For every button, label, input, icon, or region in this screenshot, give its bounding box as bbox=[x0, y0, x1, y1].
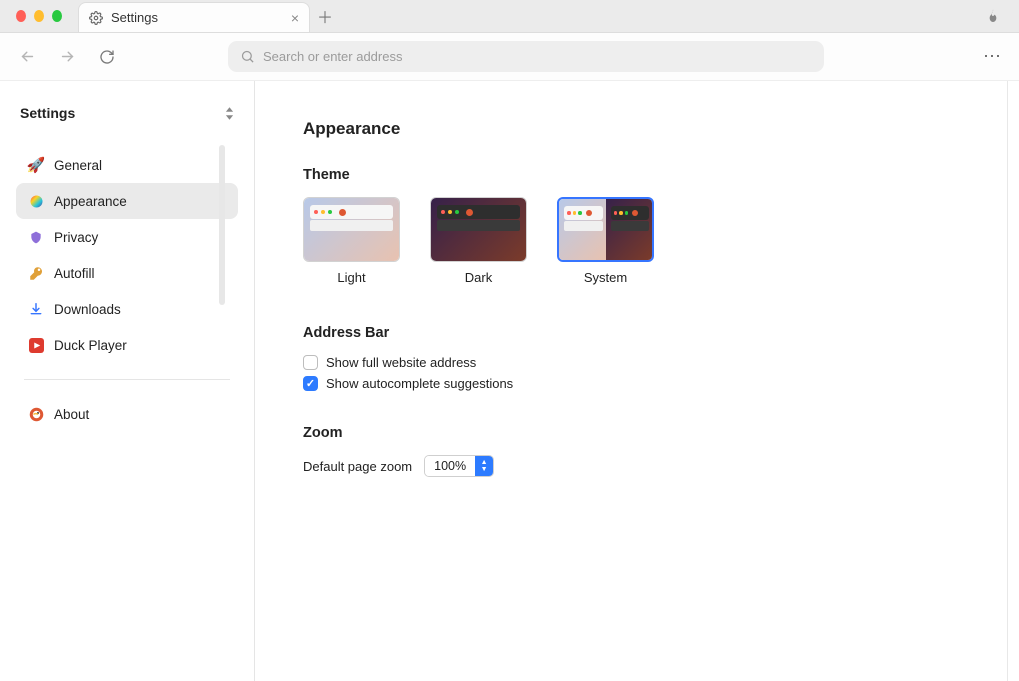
forward-button[interactable] bbox=[52, 42, 82, 72]
sidebar-header[interactable]: Settings bbox=[16, 99, 238, 135]
main-panel: Appearance Theme Light bbox=[255, 81, 1019, 681]
zoom-select[interactable]: 100% ▲▼ bbox=[424, 455, 494, 477]
browser-tab[interactable]: Settings × bbox=[78, 2, 310, 32]
window-zoom-button[interactable] bbox=[52, 10, 62, 22]
zoom-heading: Zoom bbox=[303, 425, 1019, 441]
reload-button[interactable] bbox=[92, 42, 122, 72]
sidebar-item-label: About bbox=[54, 407, 89, 422]
sidebar-item-label: Autofill bbox=[54, 266, 95, 281]
theme-label: System bbox=[584, 270, 627, 285]
page-title: Appearance bbox=[303, 119, 1019, 139]
sidebar-item-about[interactable]: About bbox=[16, 396, 238, 432]
theme-heading: Theme bbox=[303, 167, 1019, 183]
theme-label: Light bbox=[337, 270, 365, 285]
theme-options: Light Dark bbox=[303, 197, 1019, 285]
sidebar-item-label: Downloads bbox=[54, 302, 121, 317]
sidebar-title: Settings bbox=[20, 105, 75, 121]
sidebar-divider bbox=[24, 379, 230, 380]
sidebar-item-appearance[interactable]: Appearance bbox=[16, 183, 238, 219]
key-icon bbox=[28, 265, 44, 281]
new-tab-button[interactable]: ＋ bbox=[310, 0, 340, 32]
sidebar-item-label: Privacy bbox=[54, 230, 98, 245]
duck-player-icon bbox=[28, 337, 44, 353]
tab-close-button[interactable]: × bbox=[291, 11, 299, 25]
theme-option-light[interactable]: Light bbox=[303, 197, 400, 285]
download-icon bbox=[28, 301, 44, 317]
select-stepper-icon: ▲▼ bbox=[475, 456, 493, 476]
duck-logo-icon bbox=[28, 406, 44, 422]
zoom-label: Default page zoom bbox=[303, 459, 412, 474]
checkbox-label: Show full website address bbox=[326, 355, 476, 370]
sidebar-item-general[interactable]: 🚀 General bbox=[16, 147, 238, 183]
sidebar-item-label: Duck Player bbox=[54, 338, 127, 353]
back-button[interactable] bbox=[12, 42, 42, 72]
address-bar-heading: Address Bar bbox=[303, 325, 1019, 341]
rocket-icon: 🚀 bbox=[28, 157, 44, 173]
search-icon bbox=[240, 49, 255, 64]
theme-option-dark[interactable]: Dark bbox=[430, 197, 527, 285]
checkbox-show-autocomplete[interactable]: Show autocomplete suggestions bbox=[303, 376, 1019, 391]
theme-thumb-system bbox=[557, 197, 654, 262]
address-placeholder: Search or enter address bbox=[263, 49, 402, 64]
checkbox-label: Show autocomplete suggestions bbox=[326, 376, 513, 391]
more-menu-button[interactable]: ⋯ bbox=[977, 46, 1007, 67]
theme-label: Dark bbox=[465, 270, 492, 285]
content: Settings 🚀 General Appearance bbox=[0, 81, 1019, 681]
sidebar-item-label: Appearance bbox=[54, 194, 127, 209]
theme-thumb-dark bbox=[430, 197, 527, 262]
sidebar-list: 🚀 General Appearance Privacy Autofill bbox=[16, 147, 238, 432]
sidebar-item-downloads[interactable]: Downloads bbox=[16, 291, 238, 327]
gear-icon bbox=[89, 11, 103, 25]
main-scroll-edge bbox=[1007, 81, 1008, 681]
sidebar-item-autofill[interactable]: Autofill bbox=[16, 255, 238, 291]
fire-icon[interactable] bbox=[985, 0, 1019, 32]
sidebar-item-label: General bbox=[54, 158, 102, 173]
sidebar: Settings 🚀 General Appearance bbox=[0, 81, 255, 681]
sidebar-scrollbar[interactable] bbox=[219, 145, 225, 305]
checkbox-icon bbox=[303, 376, 318, 391]
window-minimize-button[interactable] bbox=[34, 10, 44, 22]
theme-thumb-light bbox=[303, 197, 400, 262]
address-bar[interactable]: Search or enter address bbox=[228, 41, 824, 72]
checkbox-show-full-address[interactable]: Show full website address bbox=[303, 355, 1019, 370]
toolbar: Search or enter address ⋯ bbox=[0, 33, 1019, 81]
window-close-button[interactable] bbox=[16, 10, 26, 22]
shield-icon bbox=[28, 229, 44, 245]
sort-icon bbox=[225, 107, 234, 120]
color-wheel-icon bbox=[28, 193, 44, 209]
sidebar-item-duck-player[interactable]: Duck Player bbox=[16, 327, 238, 363]
zoom-value: 100% bbox=[425, 456, 475, 476]
tab-title: Settings bbox=[111, 10, 283, 25]
checkbox-icon bbox=[303, 355, 318, 370]
theme-option-system[interactable]: System bbox=[557, 197, 654, 285]
sidebar-item-privacy[interactable]: Privacy bbox=[16, 219, 238, 255]
tab-strip: Settings × ＋ bbox=[0, 0, 1019, 33]
window-traffic-lights bbox=[0, 0, 78, 32]
